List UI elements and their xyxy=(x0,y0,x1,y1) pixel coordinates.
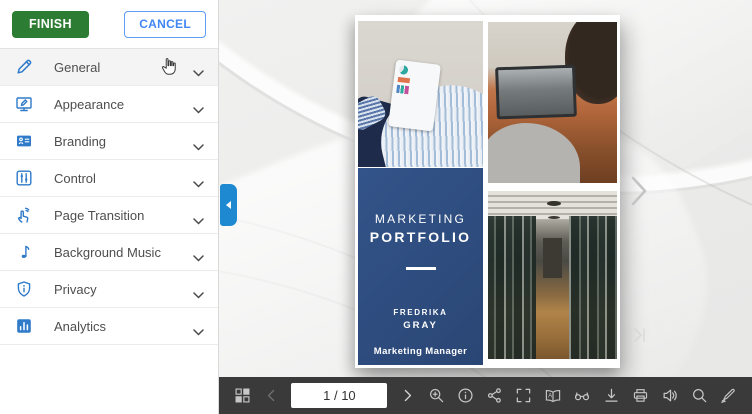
cover-divider xyxy=(405,267,436,270)
prev-page-icon[interactable] xyxy=(262,385,281,407)
chevron-down-icon xyxy=(193,64,204,77)
pencil-icon xyxy=(14,58,34,76)
sidebar-item-page-transition[interactable]: Page Transition xyxy=(0,197,218,234)
sound-icon[interactable] xyxy=(660,385,679,407)
chevron-down-icon xyxy=(193,323,204,336)
id-badge-icon xyxy=(14,132,34,150)
sidebar-item-label: Control xyxy=(54,170,96,186)
sidebar-item-analytics[interactable]: Analytics xyxy=(0,308,218,345)
viewer-toolbar: A xyxy=(219,377,752,414)
sidebar-item-control[interactable]: Control xyxy=(0,160,218,197)
cover-title-line2: PORTFOLIO xyxy=(369,229,472,245)
cover-photo-tablet xyxy=(358,21,483,167)
photo-shape xyxy=(543,238,562,279)
view-mode-icon[interactable] xyxy=(573,385,592,407)
chevron-down-icon xyxy=(193,101,204,114)
sidebar-item-branding[interactable]: Branding xyxy=(0,123,218,160)
sidebar-item-label: Appearance xyxy=(54,96,125,112)
photo-shape xyxy=(488,123,580,183)
music-note-icon xyxy=(14,243,34,261)
preview-stage: MARKETING PORTFOLIO FREDRIKA GRAY Market… xyxy=(219,0,752,414)
cover-photo-laptop xyxy=(488,22,617,183)
sidebar-item-label: Page Transition xyxy=(54,207,145,223)
auto-flip-icon[interactable]: A xyxy=(544,385,563,407)
search-icon[interactable] xyxy=(690,385,709,407)
cover-author-last: GRAY xyxy=(403,320,438,331)
swipe-hand-icon xyxy=(14,206,34,224)
next-page-icon[interactable] xyxy=(398,385,417,407)
flipbook-settings-app: FINISH CANCEL General Appearance Brandin… xyxy=(0,0,752,414)
chevron-down-icon xyxy=(193,175,204,188)
photo-shape xyxy=(398,64,409,75)
sidebar-item-appearance[interactable]: Appearance xyxy=(0,86,218,123)
print-icon[interactable] xyxy=(631,385,650,407)
annotate-icon[interactable] xyxy=(719,385,738,407)
svg-text:A: A xyxy=(548,393,553,400)
chevron-down-icon xyxy=(193,212,204,225)
page-number-input[interactable] xyxy=(291,383,388,408)
sidebar-item-label: Background Music xyxy=(54,244,161,260)
chevron-down-icon xyxy=(193,286,204,299)
photo-shape xyxy=(395,84,409,95)
sidebar-item-privacy[interactable]: Privacy xyxy=(0,271,218,308)
sidebar-item-background-music[interactable]: Background Music xyxy=(0,234,218,271)
sidebar-item-label: General xyxy=(54,59,101,75)
share-icon[interactable] xyxy=(485,385,504,407)
cover-photo-hallway xyxy=(488,191,617,359)
cover-title-line1: MARKETING xyxy=(374,212,467,226)
sidebar-item-label: Analytics xyxy=(54,318,107,334)
flipbook-cover-page[interactable]: MARKETING PORTFOLIO FREDRIKA GRAY Market… xyxy=(355,15,620,368)
finish-button[interactable]: FINISH xyxy=(12,10,89,38)
sliders-icon xyxy=(14,169,34,187)
photo-shape xyxy=(569,216,617,359)
photo-shape xyxy=(488,216,536,359)
thumbnails-icon[interactable] xyxy=(233,385,252,407)
chevron-down-icon xyxy=(193,138,204,151)
sidebar-header: FINISH CANCEL xyxy=(0,0,218,49)
bar-chart-icon xyxy=(14,317,34,335)
fullscreen-icon[interactable] xyxy=(514,385,533,407)
last-page-icon[interactable] xyxy=(632,327,648,348)
arrow-left-icon xyxy=(226,201,231,209)
monitor-edit-icon xyxy=(14,95,34,113)
photo-shape xyxy=(387,59,441,132)
cancel-button[interactable]: CANCEL xyxy=(124,10,206,38)
next-page-arrow[interactable] xyxy=(630,176,648,211)
settings-sidebar: FINISH CANCEL General Appearance Brandin… xyxy=(0,0,219,414)
sidebar-collapse-tab[interactable] xyxy=(220,184,237,226)
sidebar-item-label: Privacy xyxy=(54,281,97,297)
shield-icon xyxy=(14,280,34,298)
cover-author-role: Marketing Manager xyxy=(373,346,468,357)
photo-shape xyxy=(495,64,577,120)
cover-author-first: FREDRIKA xyxy=(393,308,448,317)
zoom-in-icon[interactable] xyxy=(427,385,446,407)
cover-title-panel: MARKETING PORTFOLIO FREDRIKA GRAY Market… xyxy=(358,168,483,365)
about-icon[interactable] xyxy=(456,385,475,407)
sidebar-item-general[interactable]: General xyxy=(0,49,218,86)
sidebar-item-label: Branding xyxy=(54,133,107,149)
chevron-down-icon xyxy=(193,249,204,262)
photo-shape xyxy=(397,76,410,84)
download-icon[interactable] xyxy=(602,385,621,407)
